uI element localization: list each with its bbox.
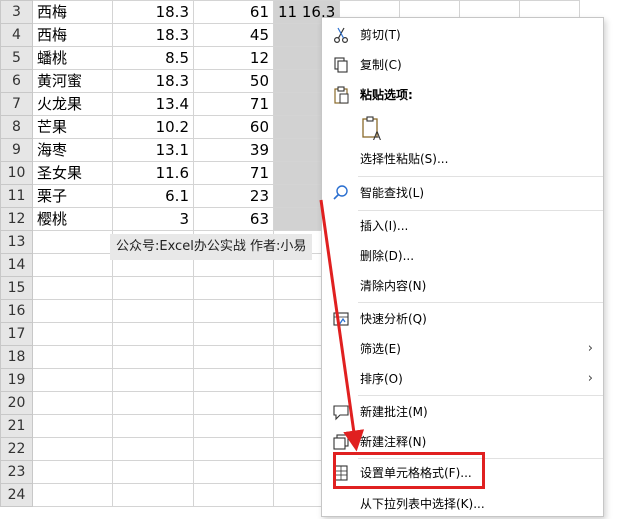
annotation-arrow [319,199,365,452]
